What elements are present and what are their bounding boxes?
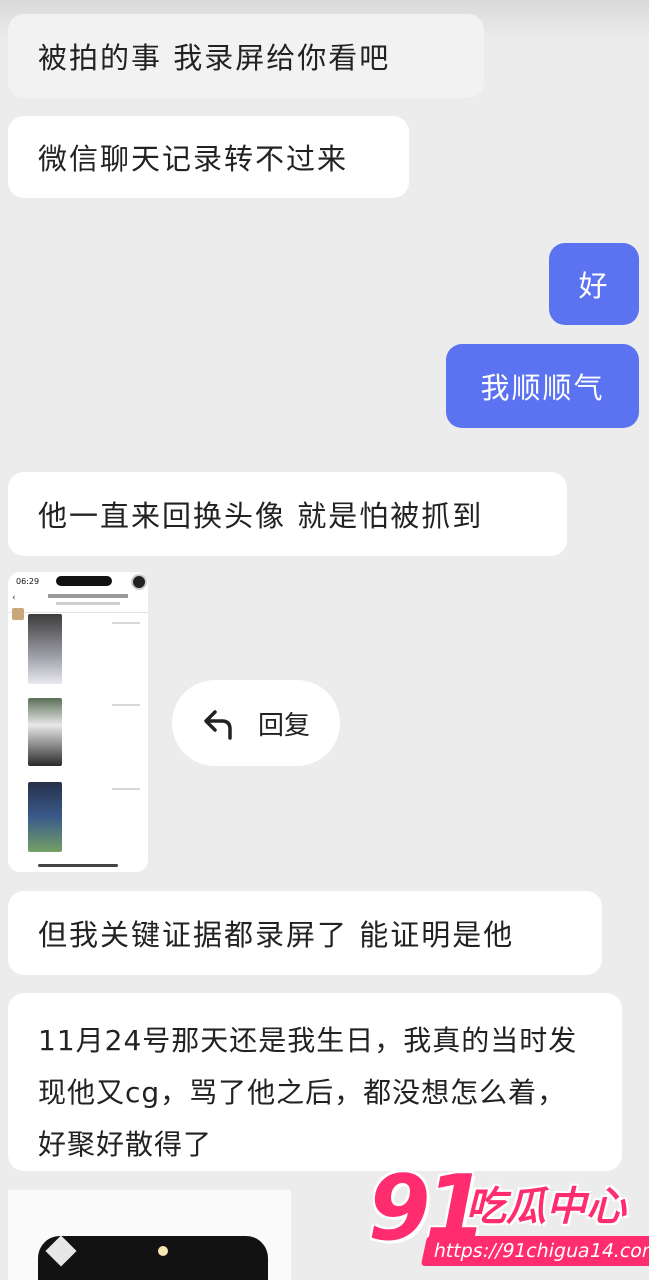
sunglasses-image — [38, 1236, 268, 1280]
timestamp-line — [112, 704, 140, 706]
video-chat-header: ‹ — [8, 590, 148, 613]
record-indicator-icon — [131, 574, 147, 590]
glint — [158, 1246, 168, 1256]
message-incoming[interactable]: 被拍的事 我录屏给你看吧 — [8, 14, 484, 98]
message-incoming[interactable]: 但我关键证据都录屏了 能证明是他 — [8, 891, 602, 975]
watermark-name: 吃瓜中心 — [466, 1184, 626, 1230]
timestamp-line — [112, 622, 140, 624]
back-chevron-icon: ‹ — [12, 593, 16, 603]
video-chat-subtitle — [56, 602, 120, 605]
video-chat-title — [48, 594, 128, 598]
watermark-url: https://91chigua14.com — [420, 1236, 649, 1266]
message-incoming[interactable]: 他一直来回换头像 就是怕被抓到 — [8, 472, 567, 556]
video-screenshot — [28, 782, 62, 852]
reply-arrow-icon — [204, 710, 232, 740]
reply-label: 回复 — [258, 710, 311, 741]
message-text: 微信聊天记录转不过来 — [38, 142, 349, 176]
play-icon[interactable] — [68, 688, 108, 736]
video-message-thumbnail[interactable]: 06:29 ‹ — [8, 572, 148, 872]
video-status-time: 06:29 — [16, 577, 40, 586]
message-text: 11月24号那天还是我生日，我真的当时发现他又cg，骂了他之后，都没想怎么着，好… — [38, 1024, 578, 1161]
video-screenshot — [28, 614, 62, 684]
message-incoming[interactable]: 11月24号那天还是我生日，我真的当时发现他又cg，骂了他之后，都没想怎么着，好… — [8, 993, 622, 1171]
message-text: 我顺顺气 — [480, 371, 605, 405]
reply-button[interactable]: 回复 — [172, 680, 340, 766]
message-outgoing[interactable]: 我顺顺气 — [446, 344, 639, 428]
video-screenshot — [28, 698, 62, 766]
message-incoming[interactable]: 微信聊天记录转不过来 — [8, 116, 409, 198]
message-text: 他一直来回换头像 就是怕被抓到 — [38, 499, 484, 533]
dynamic-island — [56, 576, 112, 586]
watermark-logo: 91 吃瓜中心 https://91chigua14.com — [368, 1156, 649, 1272]
avatar — [12, 608, 24, 620]
message-outgoing[interactable]: 好 — [549, 243, 639, 325]
timestamp-line — [112, 788, 140, 790]
image-message[interactable] — [8, 1190, 291, 1280]
message-text: 被拍的事 我录屏给你看吧 — [38, 41, 391, 75]
message-text: 好 — [578, 269, 610, 303]
message-text: 但我关键证据都录屏了 能证明是他 — [38, 918, 515, 952]
home-indicator — [38, 864, 118, 867]
